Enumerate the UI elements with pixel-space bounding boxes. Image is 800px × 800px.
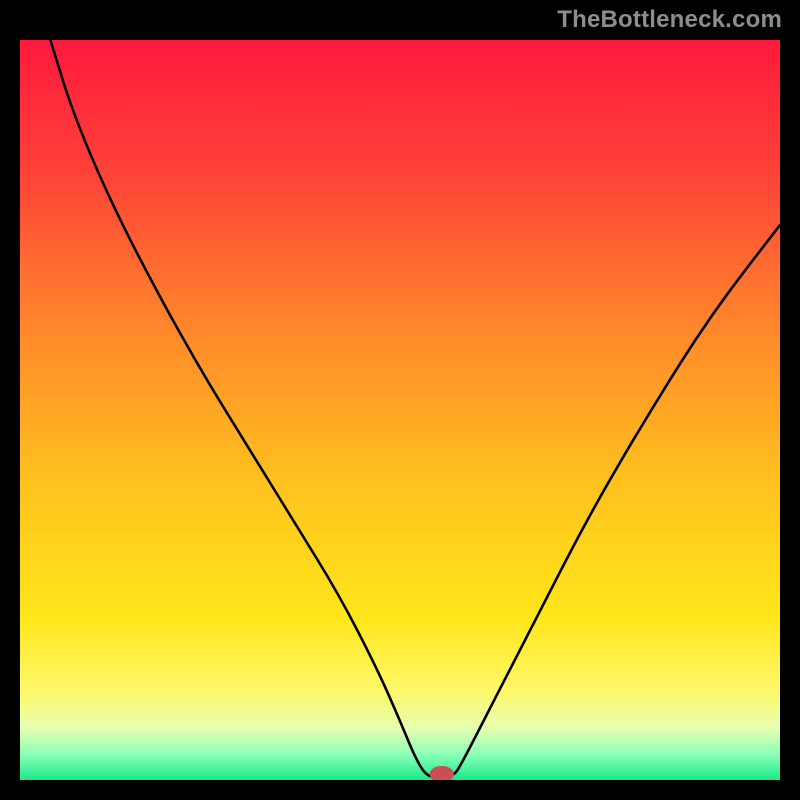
chart-svg	[20, 40, 780, 780]
watermark-text: TheBottleneck.com	[557, 6, 782, 34]
chart-frame: TheBottleneck.com	[0, 0, 800, 800]
plot-area	[20, 40, 780, 780]
gradient-background	[20, 40, 780, 780]
